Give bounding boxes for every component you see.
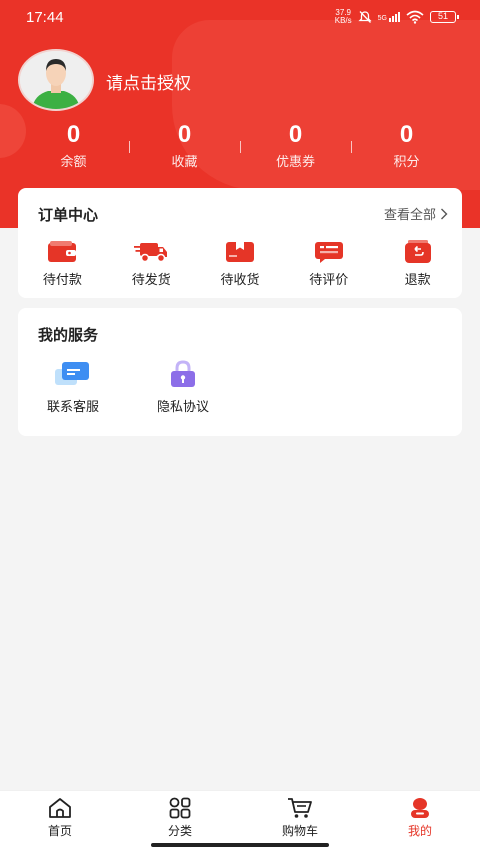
chat-icon (55, 362, 89, 385)
cart-icon (288, 798, 312, 818)
home-indicator[interactable] (151, 843, 329, 847)
service-privacy-policy[interactable]: 隐私协议 (128, 360, 238, 415)
lock-icon (171, 360, 195, 387)
truck-icon (134, 243, 168, 263)
status-icons: 37.9 KB/s 5G 51 (334, 8, 459, 25)
comment-icon (314, 242, 343, 263)
order-center-title: 订单中心 (38, 206, 99, 224)
order-refund[interactable]: 退款 (373, 240, 462, 288)
tab-home[interactable]: 首页 (0, 791, 120, 853)
stat-coupons[interactable]: 0 优惠券 (240, 121, 351, 171)
box-icon (225, 242, 254, 262)
status-time: 17:44 (26, 9, 64, 26)
order-pending-shipment[interactable]: 待发货 (107, 240, 196, 288)
default-avatar-icon (20, 51, 92, 109)
services-row: 联系客服 隐私协议 (18, 360, 238, 415)
battery-icon: 51 (430, 11, 459, 23)
order-pending-payment[interactable]: 待付款 (18, 240, 107, 288)
home-icon (49, 798, 71, 818)
status-bar: 17:44 37.9 KB/s 5G 51 (0, 0, 480, 36)
order-pending-receipt[interactable]: 待收货 (196, 240, 285, 288)
order-pending-review[interactable]: 待评价 (284, 240, 373, 288)
my-services-title: 我的服务 (38, 326, 99, 344)
wifi-icon (406, 10, 424, 24)
order-center-card: 订单中心 查看全部 待付款 待发货 待收货 待评价 退款 (18, 188, 462, 298)
stat-favorites[interactable]: 0 收藏 (129, 121, 240, 171)
wallet-icon (48, 241, 77, 262)
user-icon (411, 798, 429, 818)
order-status-row: 待付款 待发货 待收货 待评价 退款 (18, 240, 462, 288)
username-login-prompt[interactable]: 请点击授权 (106, 69, 191, 94)
account-stats: 0 余额 0 收藏 0 优惠券 0 积分 (18, 121, 462, 171)
mute-icon (358, 11, 372, 23)
my-services-card: 我的服务 联系客服 隐私协议 (18, 308, 462, 436)
refund-icon (404, 240, 431, 263)
tab-mine[interactable]: 我的 (360, 791, 480, 853)
stat-points[interactable]: 0 积分 (351, 121, 462, 171)
service-contact-support[interactable]: 联系客服 (18, 360, 128, 415)
avatar[interactable] (18, 49, 94, 111)
grid-icon (169, 797, 191, 819)
see-all-orders-link[interactable]: 查看全部 (384, 204, 448, 223)
chevron-right-icon (441, 208, 448, 219)
network-speed: 37.9 KB/s (334, 8, 352, 25)
signal-icon: 5G (378, 12, 400, 22)
stat-balance[interactable]: 0 余额 (18, 121, 129, 171)
